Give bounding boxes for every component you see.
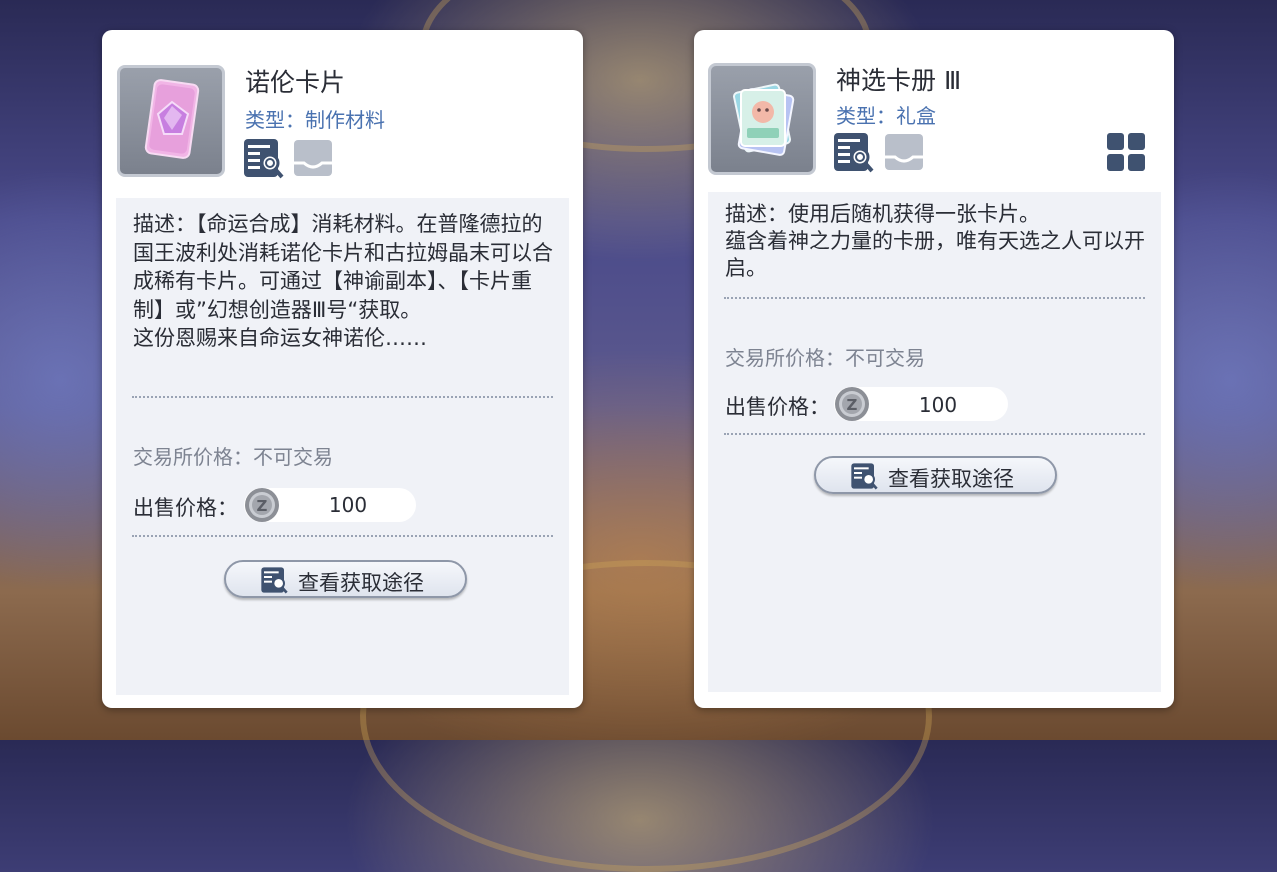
item-tooltip-card-right: 神选卡册 Ⅲ 类型：礼盒 描述：使用后随机获得一张卡片。 蕴含着神之力量的卡册，… [694, 30, 1174, 708]
divider [132, 535, 553, 537]
quest-book-icon [261, 567, 288, 594]
inbox-tray-icon[interactable] [883, 131, 925, 173]
view-source-button-label: 查看获取途径 [888, 467, 1014, 491]
norn-card-icon [144, 79, 200, 159]
divider [132, 396, 553, 398]
sell-price-label: 出售价格： [133, 496, 238, 520]
item-description: 描述：【命运合成】消耗材料。在普隆德拉的国王波利处消耗诺伦卡片和古拉姆晶末可以合… [133, 212, 553, 350]
view-source-button[interactable]: 查看获取途径 [224, 560, 467, 598]
item-type: 类型：制作材料 [245, 108, 385, 132]
item-detail-panel: 描述：【命运合成】消耗材料。在普隆德拉的国王波利处消耗诺伦卡片和古拉姆晶末可以合… [116, 198, 569, 695]
grid-icon[interactable] [1106, 132, 1146, 172]
zeny-coin-icon: Z [245, 488, 279, 522]
view-source-button[interactable]: 查看获取途径 [814, 456, 1057, 494]
item-name: 诺伦卡片 [245, 68, 346, 97]
item-name: 神选卡册 Ⅲ [836, 66, 962, 95]
sell-price-value: 100 [328, 493, 368, 517]
inbox-tray-icon[interactable] [292, 137, 334, 179]
item-type: 类型：礼盒 [836, 104, 936, 128]
quest-book-icon[interactable] [832, 131, 874, 173]
svg-text:Z: Z [257, 497, 268, 515]
quest-book-icon [851, 463, 878, 490]
exchange-price-text: 交易所价格：不可交易 [133, 445, 333, 469]
view-source-button-label: 查看获取途径 [298, 571, 424, 595]
item-tooltip-card-left: 诺伦卡片 类型：制作材料 描述：【命运合成】消耗材料。在普隆德拉的国王波利处消耗… [102, 30, 583, 708]
svg-text:Z: Z [847, 396, 858, 414]
quest-book-icon[interactable] [242, 137, 284, 179]
item-description: 描述：使用后随机获得一张卡片。 蕴含着神之力量的卡册，唯有天选之人可以开启。 [725, 202, 1145, 280]
item-thumbnail-norn-card [117, 65, 225, 177]
sell-price-value: 100 [918, 393, 958, 417]
item-detail-panel: 描述：使用后随机获得一张卡片。 蕴含着神之力量的卡册，唯有天选之人可以开启。 交… [708, 192, 1161, 692]
exchange-price-text: 交易所价格：不可交易 [725, 346, 925, 370]
sell-price-label: 出售价格： [725, 395, 830, 419]
divider [724, 297, 1145, 299]
item-thumbnail-card-album [708, 63, 816, 175]
zeny-coin-icon: Z [835, 387, 869, 421]
divider [724, 433, 1145, 435]
card-album-icon [733, 83, 795, 156]
